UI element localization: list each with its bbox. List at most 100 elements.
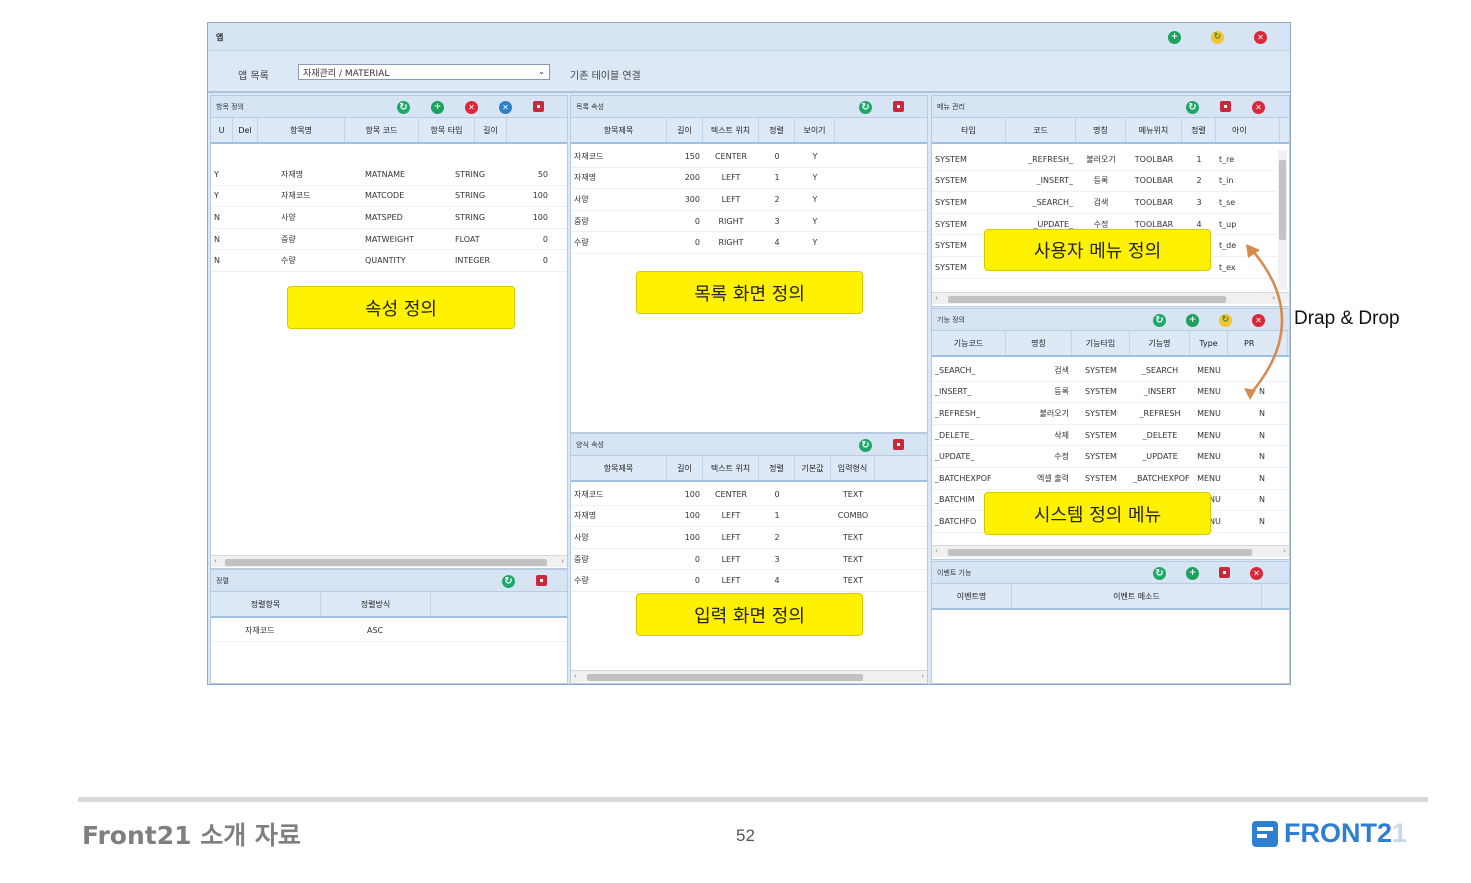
save-icon[interactable]: ▪	[893, 439, 904, 450]
refresh-icon[interactable]: ↻	[859, 439, 872, 452]
col-header[interactable]: 정렬	[759, 456, 795, 480]
table-row[interactable]: Y 자재코드 MATCODE STRING 100	[211, 186, 567, 208]
table-row[interactable]: SYSTEM _INSERT_ 등록 TOOLBAR 2 t_in	[932, 171, 1277, 193]
delete-icon[interactable]: ✕	[465, 101, 478, 114]
table-row[interactable]: 자재코드 ASC	[211, 620, 567, 642]
table-row[interactable]: 자재코드 100 CENTER 0 TEXT	[571, 484, 927, 506]
col-header[interactable]: 길이	[667, 118, 703, 142]
add-refresh-icon[interactable]: ↻	[1219, 314, 1232, 327]
table-row[interactable]: _BATCHEXPOF 엑셀 출력 SYSTEM _BATCHEXPOF MEN…	[932, 468, 1289, 490]
col-header[interactable]: 이벤트 메소드	[1012, 584, 1262, 608]
col-header[interactable]: 이벤트명	[932, 584, 1012, 608]
table-row[interactable]: SYSTEM _REFRESH_ 불러오기 TOOLBAR 1 t_re	[932, 149, 1277, 171]
col-header[interactable]: 항목명	[258, 118, 345, 142]
scroll-left-icon[interactable]: ‹	[935, 294, 938, 302]
col-header[interactable]: 명칭	[1076, 118, 1126, 142]
save-icon[interactable]: ▪	[533, 101, 544, 112]
col-header[interactable]: 기본값	[795, 456, 831, 480]
table-row[interactable]: _UPDATE_ 수정 SYSTEM _UPDATE MENU N	[932, 446, 1289, 468]
col-header[interactable]: 정렬항목	[211, 592, 321, 616]
table-row[interactable]: SYSTEM _SEARCH_ 검색 TOOLBAR 3 t_se	[932, 192, 1277, 214]
table-row[interactable]: 자재코드 150 CENTER 0 Y	[571, 146, 927, 168]
table-row[interactable]: 자재명 100 LEFT 1 COMBO	[571, 506, 927, 528]
table-row[interactable]: 사양 300 LEFT 2 Y	[571, 189, 927, 211]
scroll-thumb[interactable]	[1279, 160, 1286, 240]
col-header[interactable]: 기능타입	[1072, 331, 1130, 355]
scroll-thumb[interactable]	[587, 674, 863, 681]
col-header[interactable]: 항목 타입	[419, 118, 475, 142]
table-row[interactable]: N 수량 QUANTITY INTEGER 0	[211, 250, 567, 272]
delete-icon[interactable]: ✕	[1252, 101, 1265, 114]
table-row[interactable]: 자재명 200 LEFT 1 Y	[571, 168, 927, 190]
refresh-icon[interactable]: ↻	[1186, 101, 1199, 114]
scroll-right-icon[interactable]: ›	[561, 557, 564, 565]
refresh-icon[interactable]: ↻	[502, 575, 515, 588]
table-row[interactable]: 수량 0 RIGHT 4 Y	[571, 232, 927, 254]
cell: COMBO	[837, 511, 869, 521]
refresh-icon[interactable]: ↻	[1153, 314, 1166, 327]
save-icon[interactable]: ▪	[1219, 567, 1230, 578]
add-icon[interactable]: +	[431, 101, 444, 114]
table-row[interactable]: _DELETE_ 삭제 SYSTEM _DELETE MENU N	[932, 425, 1289, 447]
menu-hscroll[interactable]: ‹ ›	[932, 292, 1289, 304]
col-header[interactable]: 항목제목	[571, 456, 667, 480]
col-header[interactable]: Type	[1190, 331, 1228, 355]
col-header[interactable]: 입력형식	[831, 456, 875, 480]
col-header[interactable]: 보이기	[795, 118, 835, 142]
table-row[interactable]: 사양 100 LEFT 2 TEXT	[571, 527, 927, 549]
scroll-left-icon[interactable]: ‹	[214, 557, 217, 565]
add-icon[interactable]: +	[1186, 314, 1199, 327]
close-icon[interactable]: ✕	[1254, 31, 1267, 44]
col-header[interactable]: 항목 코드	[345, 118, 419, 142]
scroll-left-icon[interactable]: ‹	[935, 547, 938, 555]
table-row[interactable]: 수량 0 LEFT 4 TEXT	[571, 570, 927, 592]
scroll-left-icon[interactable]: ‹	[574, 672, 577, 680]
col-header[interactable]: U	[211, 118, 233, 142]
add-icon[interactable]: +	[1186, 567, 1199, 580]
scroll-thumb[interactable]	[225, 559, 547, 566]
scroll-thumb[interactable]	[948, 296, 1226, 303]
table-row[interactable]: 중량 0 RIGHT 3 Y	[571, 211, 927, 233]
col-header[interactable]: 길이	[667, 456, 703, 480]
col-header[interactable]: 길이	[475, 118, 507, 142]
col-header[interactable]: Del	[233, 118, 258, 142]
col-header[interactable]: 텍스트 위치	[703, 118, 759, 142]
refresh-icon[interactable]: ↻	[397, 101, 410, 114]
save-icon[interactable]: ▪	[893, 101, 904, 112]
col-header[interactable]: 항목제목	[571, 118, 667, 142]
table-row[interactable]: 중량 0 LEFT 3 TEXT	[571, 549, 927, 571]
add-refresh-icon[interactable]: ↻	[1211, 31, 1224, 44]
add-icon[interactable]: +	[1168, 31, 1181, 44]
app-list-select[interactable]: 자재관리 / MATERIAL ⌄	[298, 64, 550, 80]
cancel-icon[interactable]: ✕	[499, 101, 512, 114]
table-link-label[interactable]: 기존 테이블 연결	[570, 67, 641, 82]
table-row[interactable]: Y 자재명 MATNAME STRING 50	[211, 164, 567, 186]
col-header[interactable]: 정렬	[1182, 118, 1216, 142]
table-row[interactable]: _SEARCH_ 검색 SYSTEM _SEARCH MENU	[932, 360, 1289, 382]
refresh-icon[interactable]: ↻	[1153, 567, 1166, 580]
col-header[interactable]: 아이	[1216, 118, 1280, 142]
table-row[interactable]: _REFRESH_ 불러오기 SYSTEM _REFRESH MENU N	[932, 403, 1289, 425]
col-header[interactable]: 타입	[932, 118, 1006, 142]
scroll-right-icon[interactable]: ›	[1283, 547, 1286, 555]
col-header[interactable]: 기능명	[1130, 331, 1190, 355]
col-header[interactable]: 메뉴위치	[1126, 118, 1182, 142]
col-header[interactable]: 정렬방식	[321, 592, 431, 616]
col-header[interactable]: 명칭	[1006, 331, 1072, 355]
delete-icon[interactable]: ✕	[1250, 567, 1263, 580]
save-icon[interactable]: ▪	[536, 575, 547, 586]
form-hscroll[interactable]: ‹ ›	[571, 670, 927, 682]
table-row[interactable]: N 사양 MATSPED STRING 100	[211, 207, 567, 229]
table-row[interactable]: _INSERT_ 등록 SYSTEM _INSERT MENU N	[932, 382, 1289, 404]
attr-hscroll[interactable]: ‹ ›	[211, 555, 567, 567]
save-icon[interactable]: ▪	[1220, 101, 1231, 112]
col-header[interactable]: 코드	[1006, 118, 1076, 142]
col-header[interactable]: 기능코드	[932, 331, 1006, 355]
scroll-thumb[interactable]	[948, 549, 1252, 556]
func-hscroll[interactable]: ‹ ›	[932, 545, 1289, 557]
refresh-icon[interactable]: ↻	[859, 101, 872, 114]
table-row[interactable]: N 중량 MATWEIGHT FLOAT 0	[211, 229, 567, 251]
col-header[interactable]: 정렬	[759, 118, 795, 142]
scroll-right-icon[interactable]: ›	[921, 672, 924, 680]
col-header[interactable]: 텍스트 위치	[703, 456, 759, 480]
